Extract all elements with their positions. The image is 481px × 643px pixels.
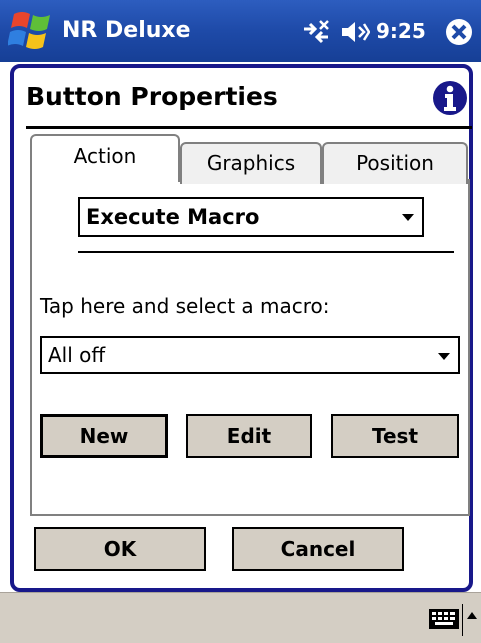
ok-button[interactable]: OK: [34, 527, 206, 571]
title-divider: [26, 126, 472, 129]
cancel-button[interactable]: Cancel: [232, 527, 404, 571]
action-type-value: Execute Macro: [86, 205, 260, 229]
edit-macro-button[interactable]: Edit: [186, 414, 312, 458]
sip-up-arrow-icon[interactable]: [467, 612, 477, 619]
macro-value: All off: [48, 343, 106, 367]
tab-action[interactable]: Action: [30, 134, 180, 182]
tab-graphics[interactable]: Graphics: [180, 142, 322, 184]
keyboard-icon[interactable]: [428, 607, 462, 631]
test-macro-button[interactable]: Test: [331, 414, 459, 458]
clock[interactable]: 9:25: [376, 0, 426, 62]
menu-bar: [0, 592, 481, 643]
action-type-dropdown[interactable]: Execute Macro: [78, 197, 424, 237]
speaker-icon[interactable]: [340, 20, 370, 44]
dropdown-arrow-icon: [438, 353, 450, 360]
sip-separator: [462, 604, 463, 636]
macro-dropdown[interactable]: All off: [40, 336, 460, 374]
tab-position[interactable]: Position: [322, 142, 468, 184]
close-icon[interactable]: [444, 17, 474, 47]
dropdown-arrow-icon: [402, 214, 414, 221]
panel-divider: [78, 251, 454, 253]
windows-start-icon[interactable]: [8, 8, 56, 54]
macro-prompt-label: Tap here and select a macro:: [40, 294, 330, 318]
app-title[interactable]: NR Deluxe: [62, 0, 191, 62]
dialog-title: Button Properties: [26, 82, 278, 111]
connectivity-icon[interactable]: [300, 17, 332, 47]
info-icon[interactable]: [432, 80, 468, 116]
new-macro-button[interactable]: New: [40, 414, 168, 458]
